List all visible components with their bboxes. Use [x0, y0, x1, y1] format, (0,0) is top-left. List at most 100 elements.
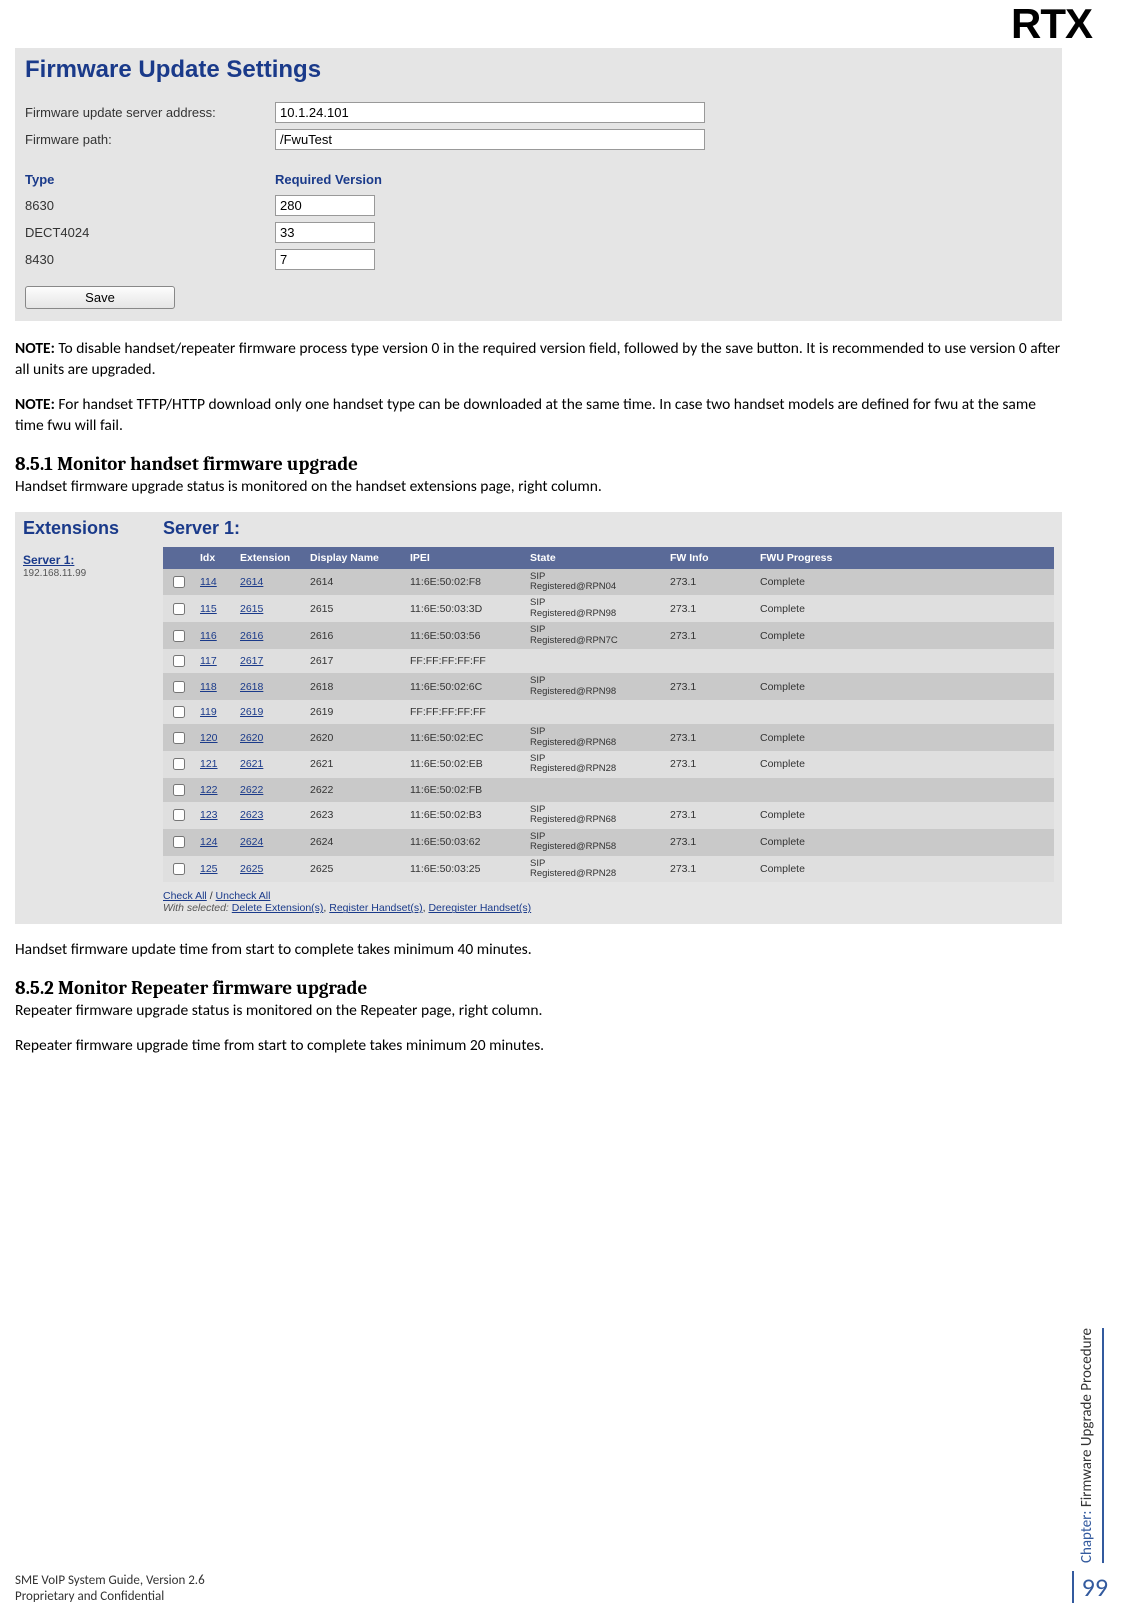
extension-link[interactable]: 2617 — [240, 655, 263, 667]
ext-th-display: Display Name — [304, 547, 404, 569]
ext-th-idx: Idx — [194, 547, 234, 569]
extensions-main: Server 1: Idx Extension Display Name IPE… — [163, 518, 1054, 915]
display-name: 2616 — [304, 622, 404, 649]
display-name: 2621 — [304, 751, 404, 778]
extension-link[interactable]: 2623 — [240, 809, 263, 821]
row-checkbox[interactable] — [173, 681, 185, 693]
idx-link[interactable]: 124 — [200, 836, 218, 848]
required-version-input[interactable] — [275, 249, 375, 270]
row-checkbox[interactable] — [173, 836, 185, 848]
type-label: 8430 — [25, 252, 275, 267]
fwu-progress: Complete — [754, 595, 1054, 622]
fw-info: 273.1 — [664, 595, 754, 622]
ipei-value: 11:6E:50:03:3D — [404, 595, 524, 622]
fwu-progress: Complete — [754, 569, 1054, 596]
type-header: Type — [25, 172, 275, 187]
fwu-progress: Complete — [754, 829, 1054, 856]
register-handsets-link[interactable]: Register Handset(s) — [329, 902, 422, 914]
extension-link[interactable]: 2615 — [240, 603, 263, 615]
required-version-input[interactable] — [275, 222, 375, 243]
extension-link[interactable]: 2622 — [240, 784, 263, 796]
server-address-label: Firmware update server address: — [25, 105, 275, 120]
server-address-input[interactable] — [275, 102, 705, 123]
row-checkbox[interactable] — [173, 655, 185, 667]
extension-link[interactable]: 2619 — [240, 706, 263, 718]
extensions-main-title: Server 1: — [163, 518, 1054, 539]
note-2: NOTE: For handset TFTP/HTTP download onl… — [15, 395, 1062, 437]
extension-link[interactable]: 2614 — [240, 576, 263, 588]
idx-link[interactable]: 117 — [200, 655, 217, 667]
extension-link[interactable]: 2620 — [240, 732, 263, 744]
fwu-progress: Complete — [754, 751, 1054, 778]
row-checkbox[interactable] — [173, 706, 185, 718]
firmware-settings-panel: Firmware Update Settings Firmware update… — [15, 48, 1062, 321]
type-row: 8430 — [25, 249, 1052, 270]
row-checkbox[interactable] — [173, 603, 185, 615]
ipei-value: 11:6E:50:02:B3 — [404, 802, 524, 829]
idx-link[interactable]: 122 — [200, 784, 218, 796]
row-checkbox[interactable] — [173, 630, 185, 642]
fwu-progress — [754, 700, 1054, 724]
page-footer: SME VoIP System Guide, Version 2.6 Propr… — [15, 1573, 205, 1606]
deregister-handsets-link[interactable]: Deregister Handset(s) — [428, 902, 531, 914]
fw-info: 273.1 — [664, 673, 754, 700]
fw-info — [664, 778, 754, 802]
ipei-value: 11:6E:50:02:EC — [404, 724, 524, 751]
uncheck-all-link[interactable]: Uncheck All — [216, 890, 271, 902]
section-851-title: 8.5.1 Monitor handset firmware upgrade — [15, 453, 1062, 475]
table-row: 1202620262011:6E:50:02:ECSIPRegistered@R… — [163, 724, 1054, 751]
extension-link[interactable]: 2616 — [240, 630, 263, 642]
extension-link[interactable]: 2621 — [240, 758, 263, 770]
display-name: 2624 — [304, 829, 404, 856]
server-1-link[interactable]: Server 1: — [23, 553, 74, 567]
idx-link[interactable]: 116 — [200, 630, 217, 642]
table-row: 1222622262211:6E:50:02:FB — [163, 778, 1054, 802]
firmware-path-row: Firmware path: — [25, 129, 1052, 150]
fw-info: 273.1 — [664, 569, 754, 596]
display-name: 2619 — [304, 700, 404, 724]
row-checkbox[interactable] — [173, 863, 185, 875]
ipei-value: 11:6E:50:02:F8 — [404, 569, 524, 596]
idx-link[interactable]: 115 — [200, 603, 217, 615]
save-button[interactable]: Save — [25, 286, 175, 309]
type-label: 8630 — [25, 198, 275, 213]
idx-link[interactable]: 114 — [200, 576, 217, 588]
row-checkbox[interactable] — [173, 809, 185, 821]
extension-link[interactable]: 2624 — [240, 836, 263, 848]
idx-link[interactable]: 123 — [200, 809, 218, 821]
ipei-value: FF:FF:FF:FF:FF — [404, 700, 524, 724]
display-name: 2617 — [304, 649, 404, 673]
extension-link[interactable]: 2625 — [240, 863, 263, 875]
row-checkbox[interactable] — [173, 784, 185, 796]
fw-info: 273.1 — [664, 856, 754, 883]
row-checkbox[interactable] — [173, 732, 185, 744]
firmware-path-input[interactable] — [275, 129, 705, 150]
fwu-progress: Complete — [754, 802, 1054, 829]
required-version-input[interactable] — [275, 195, 375, 216]
row-checkbox[interactable] — [173, 576, 185, 588]
ext-th-state: State — [524, 547, 664, 569]
table-row: 1242624262411:6E:50:03:62SIPRegistered@R… — [163, 829, 1054, 856]
state-value: SIPRegistered@RPN04 — [530, 572, 658, 593]
section-852-title: 8.5.2 Monitor Repeater firmware upgrade — [15, 977, 1062, 999]
chapter-side-label: Chapter: Firmware Upgrade Procedure — [1078, 1328, 1104, 1563]
extension-link[interactable]: 2618 — [240, 681, 263, 693]
display-name: 2622 — [304, 778, 404, 802]
ipei-value: 11:6E:50:02:EB — [404, 751, 524, 778]
idx-link[interactable]: 118 — [200, 681, 217, 693]
ipei-value: 11:6E:50:03:56 — [404, 622, 524, 649]
version-header: Required Version — [275, 172, 382, 187]
section-852-p2: Repeater firmware upgrade time from star… — [15, 1036, 1062, 1057]
row-checkbox[interactable] — [173, 758, 185, 770]
idx-link[interactable]: 119 — [200, 706, 217, 718]
ipei-value: 11:6E:50:02:FB — [404, 778, 524, 802]
table-row: 1162616261611:6E:50:03:56SIPRegistered@R… — [163, 622, 1054, 649]
idx-link[interactable]: 125 — [200, 863, 218, 875]
idx-link[interactable]: 121 — [200, 758, 218, 770]
note-1: NOTE: To disable handset/repeater firmwa… — [15, 339, 1062, 381]
brand-logo: RTX — [1011, 0, 1092, 48]
idx-link[interactable]: 120 — [200, 732, 218, 744]
table-row: 1212621262111:6E:50:02:EBSIPRegistered@R… — [163, 751, 1054, 778]
delete-extensions-link[interactable]: Delete Extension(s) — [232, 902, 324, 914]
check-all-link[interactable]: Check All — [163, 890, 207, 902]
